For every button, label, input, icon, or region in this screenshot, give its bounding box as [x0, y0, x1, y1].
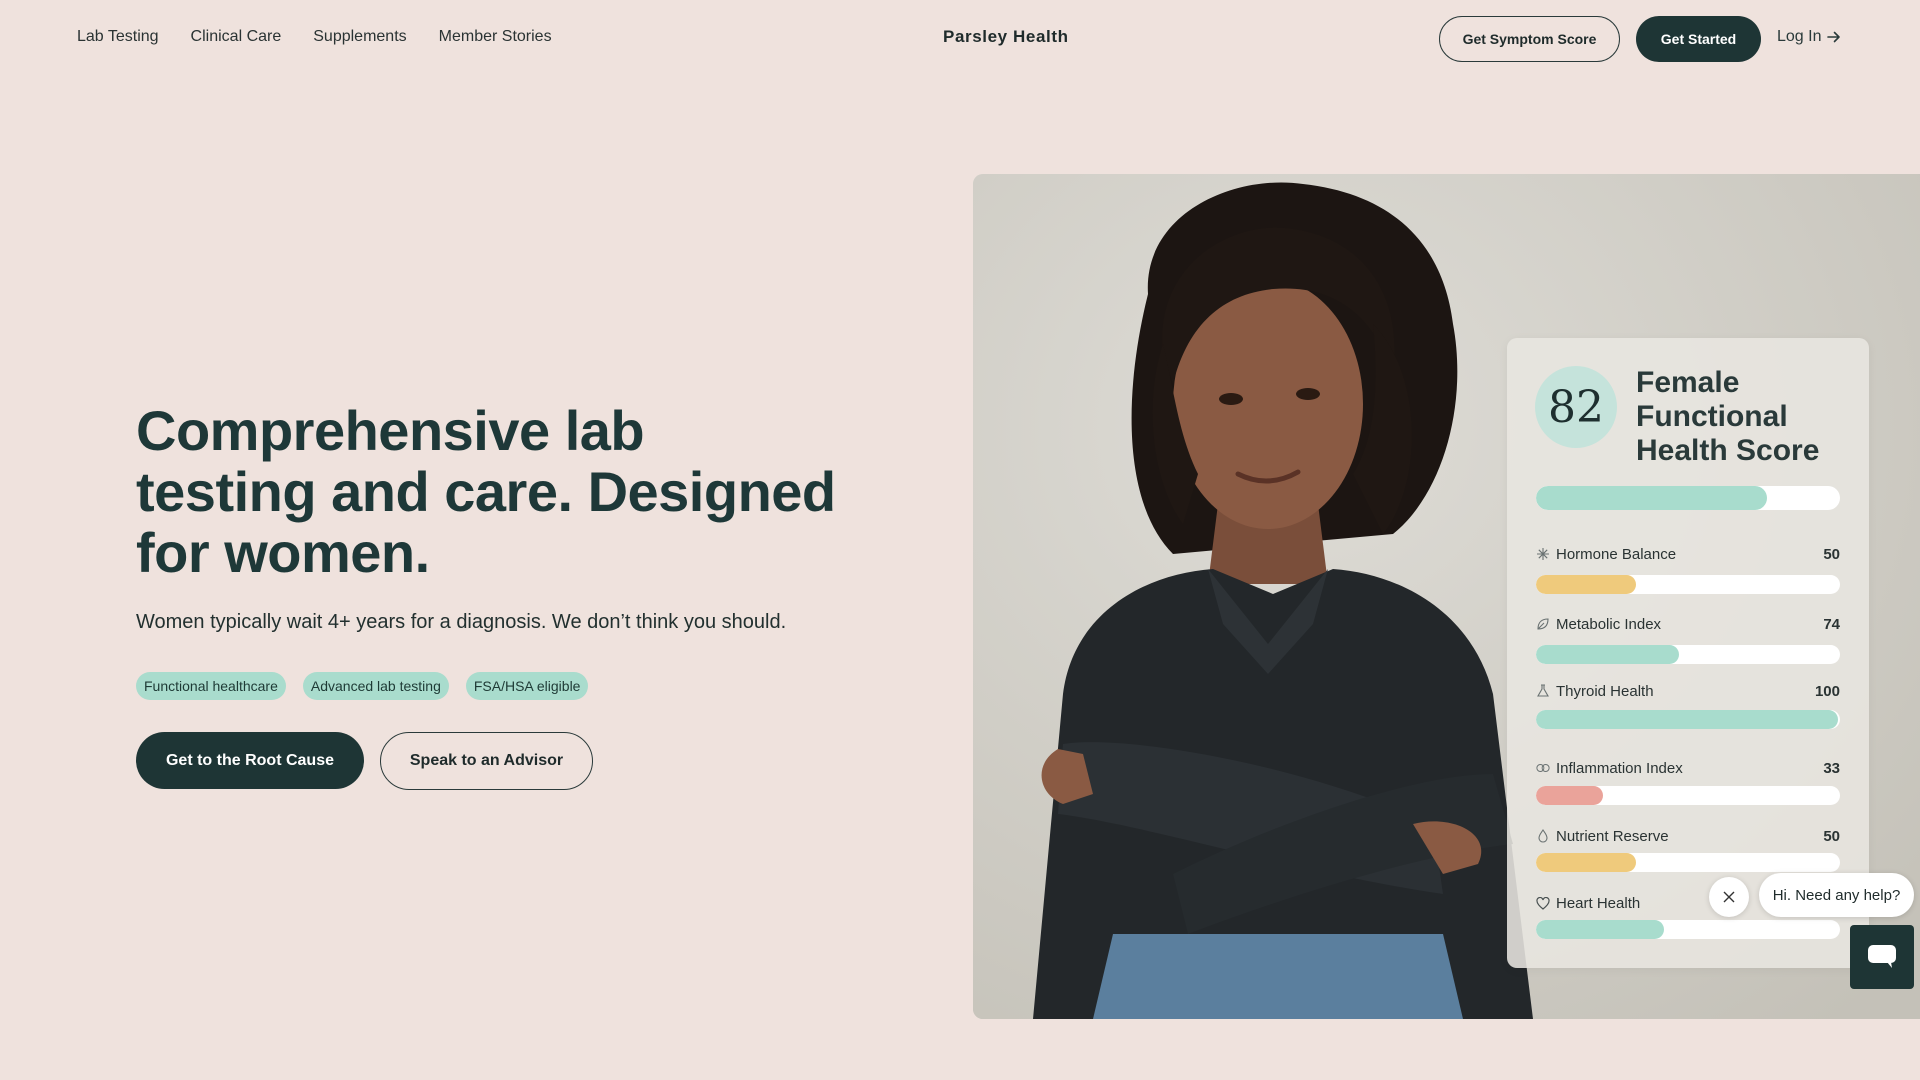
sparkle-icon [1536, 547, 1550, 561]
get-symptom-score-button[interactable]: Get Symptom Score [1439, 16, 1620, 62]
metric-value: 74 [1823, 615, 1840, 633]
nav-link-clinical-care[interactable]: Clinical Care [191, 28, 282, 46]
arrow-right-icon [1827, 31, 1841, 43]
chat-icon [1868, 945, 1896, 968]
metric-label: Hormone Balance [1556, 545, 1677, 563]
metric-bar-inflammation-index [1536, 786, 1840, 805]
chat-bubble[interactable]: Hi. Need any help? [1759, 873, 1914, 917]
overall-score-bar [1536, 486, 1840, 510]
overall-score-fill [1536, 486, 1768, 510]
top-nav: Lab Testing Clinical Care Supplements Me… [0, 0, 1920, 78]
metric-fill [1536, 920, 1664, 939]
metric-bar-hormone-balance [1536, 575, 1840, 594]
hero-title: Comprehensive lab testing and care. Desi… [136, 399, 836, 584]
tag-fsa-hsa-eligible: FSA/HSA eligible [465, 672, 589, 700]
metric-value: 33 [1823, 759, 1840, 777]
metric-thyroid-health: Thyroid Health 100 [1536, 679, 1840, 703]
metric-label: Thyroid Health [1556, 682, 1654, 700]
speak-to-advisor-button[interactable]: Speak to an Advisor [380, 732, 593, 790]
leaf-icon [1536, 617, 1550, 631]
metric-bar-heart-health [1536, 920, 1840, 939]
metric-value: 100 [1814, 682, 1840, 700]
cta-row: Get to the Root Cause Speak to an Adviso… [136, 732, 593, 790]
flask-icon [1536, 684, 1550, 698]
tag-advanced-lab-testing: Advanced lab testing [302, 672, 449, 700]
metric-metabolic-index: Metabolic Index 74 [1536, 612, 1840, 636]
nav-link-member-stories[interactable]: Member Stories [439, 28, 552, 46]
metric-fill [1536, 853, 1637, 872]
get-started-button[interactable]: Get Started [1636, 16, 1761, 62]
metric-value: 50 [1823, 545, 1840, 563]
login-link[interactable]: Log In [1777, 28, 1841, 46]
tag-functional-healthcare: Functional healthcare [136, 672, 286, 700]
metric-hormone-balance: Hormone Balance 50 [1536, 542, 1840, 566]
metric-fill [1536, 575, 1637, 594]
brand-logo[interactable]: Parsley Health [943, 27, 1069, 47]
hero-subtitle: Women typically wait 4+ years for a diag… [136, 611, 787, 633]
close-icon [1723, 891, 1735, 903]
metric-fill [1536, 786, 1603, 805]
metric-nutrient-reserve: Nutrient Reserve 50 [1536, 824, 1840, 848]
login-label: Log In [1777, 28, 1822, 45]
feature-tags: Functional healthcare Advanced lab testi… [136, 672, 589, 700]
link-icon [1536, 761, 1550, 775]
score-value: 82 [1535, 366, 1617, 448]
metric-inflammation-index: Inflammation Index 33 [1536, 756, 1840, 780]
metric-label: Inflammation Index [1556, 759, 1683, 777]
metric-bar-thyroid-health [1536, 710, 1840, 729]
metric-label: Nutrient Reserve [1556, 827, 1669, 845]
root-cause-button[interactable]: Get to the Root Cause [136, 732, 364, 789]
heart-icon [1536, 896, 1550, 910]
nav-links: Lab Testing Clinical Care Supplements Me… [77, 28, 552, 46]
score-title: Female Functional Health Score [1636, 366, 1820, 467]
chat-close-button[interactable] [1709, 877, 1749, 917]
metric-bar-metabolic-index [1536, 645, 1840, 664]
metric-label: Heart Health [1556, 894, 1641, 912]
metric-bar-nutrient-reserve [1536, 853, 1840, 872]
chat-launcher-button[interactable] [1850, 925, 1914, 989]
nav-link-lab-testing[interactable]: Lab Testing [77, 28, 159, 46]
metric-label: Metabolic Index [1556, 615, 1662, 633]
metric-value: 50 [1823, 827, 1840, 845]
nav-link-supplements[interactable]: Supplements [313, 28, 406, 46]
metric-fill [1536, 710, 1839, 729]
drop-icon [1536, 829, 1550, 843]
metric-fill [1536, 645, 1679, 664]
